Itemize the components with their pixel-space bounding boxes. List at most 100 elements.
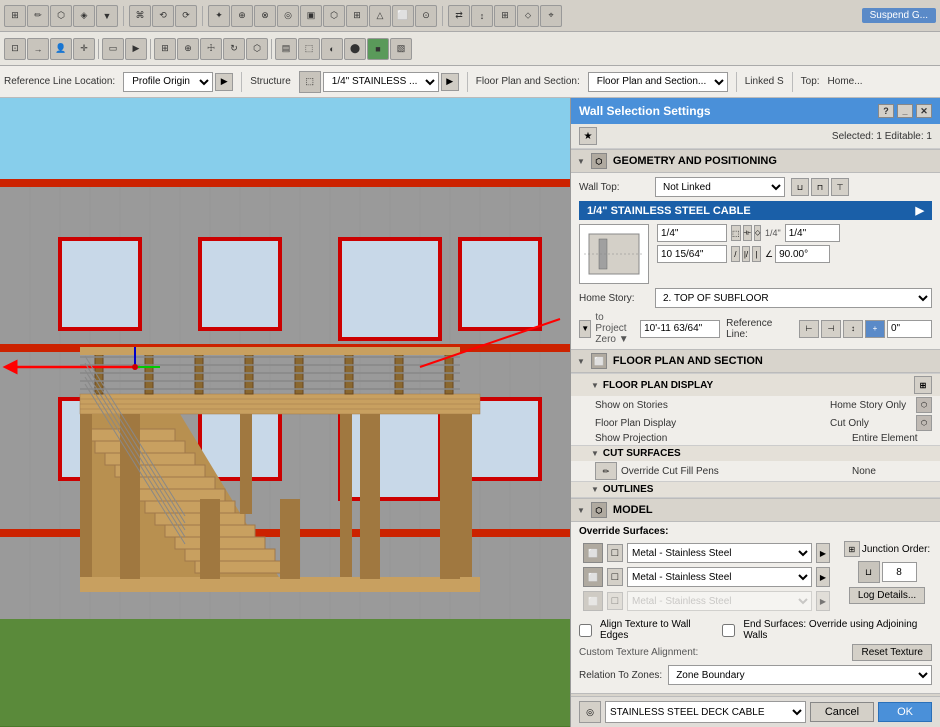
junction-link-icon[interactable]: ⊞ [844, 541, 860, 557]
ref-line-combo[interactable]: Profile Origin [123, 72, 213, 92]
tool-icon-11[interactable]: ⊗ [254, 5, 276, 27]
rotate3d-icon[interactable]: ↻ [223, 38, 245, 60]
tool-icon-10[interactable]: ⊕ [231, 5, 253, 27]
wall-top-select[interactable]: Not Linked [655, 177, 785, 197]
surface1-select[interactable]: Metal - Stainless Steel [627, 543, 812, 563]
wall-top-icon2[interactable]: ⊓ [811, 178, 829, 196]
star-button[interactable]: ★ [579, 127, 597, 145]
cancel-button[interactable]: Cancel [810, 702, 874, 722]
dim2-icon2[interactable]: |/ [742, 246, 751, 262]
help-btn[interactable]: ? [878, 104, 894, 118]
refline-icon3[interactable]: ↕ [843, 320, 863, 338]
junction-value-input[interactable] [882, 562, 917, 582]
dim4-input[interactable] [775, 245, 830, 263]
tool-icon-4[interactable]: ◈ [73, 5, 95, 27]
tool-icon-3[interactable]: ⬡ [50, 5, 72, 27]
tool-icon-22[interactable]: ⬦ [517, 5, 539, 27]
project-zero-input[interactable] [640, 320, 720, 338]
panel-body[interactable]: ▼ ⬡ GEOMETRY AND POSITIONING Wall Top: N… [571, 149, 940, 696]
suspend-btn[interactable]: Suspend G... [862, 8, 936, 23]
dim2-icon1[interactable]: / [731, 246, 740, 262]
wall-top-icon3[interactable]: ⊤ [831, 178, 849, 196]
floor-icon[interactable]: ▭ [102, 38, 124, 60]
floor-plan-section-header[interactable]: ▼ ⬜ FLOOR PLAN AND SECTION [571, 349, 940, 373]
floor-plan-display-header[interactable]: ▼ FLOOR PLAN DISPLAY ⊞ [571, 373, 940, 396]
cut-surfaces-header[interactable]: ▼ CUT SURFACES [571, 445, 940, 461]
surface1-checkbox[interactable]: □ [607, 544, 623, 562]
dim1-input[interactable] [657, 224, 727, 242]
tool-icon-9[interactable]: ✦ [208, 5, 230, 27]
dim1-icon3[interactable]: ⬦ [754, 225, 762, 241]
viewport[interactable]: ✕ [0, 98, 570, 727]
refline-input[interactable] [887, 320, 932, 338]
cable-selection-row[interactable]: 1/4" STAINLESS STEEL CABLE ▶ [579, 201, 932, 220]
tool-icon-14[interactable]: ⬡ [323, 5, 345, 27]
footer-icon1[interactable]: ◎ [579, 701, 601, 723]
tool-icon-12[interactable]: ◎ [277, 5, 299, 27]
align-texture-checkbox[interactable] [579, 624, 592, 637]
window-icon[interactable]: ⊡ [4, 38, 26, 60]
surface2-checkbox[interactable]: □ [607, 568, 623, 586]
dim1-icon2[interactable]: ⟛ [743, 225, 752, 241]
refline-icon4[interactable]: + [865, 320, 885, 338]
override-cut-fill-icon[interactable]: ✏ [595, 462, 617, 480]
tool-icon-2[interactable]: ✏ [27, 5, 49, 27]
model-section-header[interactable]: ▼ ⬡ MODEL [571, 498, 940, 522]
footer-select[interactable]: STAINLESS STEEL DECK CABLE [605, 701, 806, 723]
ok-button[interactable]: OK [878, 702, 932, 722]
end-surfaces-checkbox[interactable] [722, 624, 735, 637]
junction-main-icon[interactable]: ⊔ [858, 561, 880, 583]
log-details-button[interactable]: Log Details... [849, 587, 925, 604]
select-icon[interactable]: ▶ [125, 38, 147, 60]
floor-plan-select[interactable]: Floor Plan and Section... [588, 72, 728, 92]
minimize-btn[interactable]: _ [897, 104, 913, 118]
tool-icon-8[interactable]: ⟳ [175, 5, 197, 27]
dim2-icon3[interactable]: | [752, 246, 761, 262]
homestory-select[interactable]: 2. TOP OF SUBFLOOR [655, 288, 932, 308]
outlines-header[interactable]: ▼ OUTLINES [571, 481, 940, 498]
tool-icon-1[interactable]: ⊞ [4, 5, 26, 27]
ref-line-arrow[interactable]: ▶ [215, 73, 233, 91]
render-icon[interactable]: ◐ [321, 38, 343, 60]
show-on-stories-icon[interactable]: ⬡ [916, 397, 932, 413]
arrow-icon[interactable]: → [27, 38, 49, 60]
move-icon[interactable]: ✛ [73, 38, 95, 60]
relation-zones-select[interactable]: Zone Boundary [668, 665, 932, 685]
fp-display-icon[interactable]: ⬡ [916, 415, 932, 431]
orbit-icon[interactable]: ⬡ [246, 38, 268, 60]
tool-icon-6[interactable]: ⌘ [129, 5, 151, 27]
close-btn[interactable]: ✕ [916, 104, 932, 118]
tool-icon-21[interactable]: ⊞ [494, 5, 516, 27]
structure-arrow[interactable]: ▶ [441, 73, 459, 91]
tool-icon-17[interactable]: ⬜ [392, 5, 414, 27]
surface2-arrow[interactable]: ▶ [816, 567, 830, 587]
tool-icon-23[interactable]: ⌖ [540, 5, 562, 27]
tool-icon-7[interactable]: ⟲ [152, 5, 174, 27]
structure-select[interactable]: 1/4" STAINLESS ... [323, 72, 439, 92]
dim2-input[interactable] [657, 245, 727, 263]
wall-top-icon1[interactable]: ⊔ [791, 178, 809, 196]
layers-icon[interactable]: ⬚ [298, 38, 320, 60]
tool-icon-19[interactable]: ⇄ [448, 5, 470, 27]
view-icon[interactable]: ▤ [275, 38, 297, 60]
highlight-icon[interactable]: ■ [367, 38, 389, 60]
geometry-section-header[interactable]: ▼ ⬡ GEOMETRY AND POSITIONING [571, 149, 940, 173]
person-icon[interactable]: 👤 [50, 38, 72, 60]
color-icon[interactable]: ▧ [390, 38, 412, 60]
tool-icon-5[interactable]: ▼ [96, 5, 118, 27]
tool-icon-16[interactable]: △ [369, 5, 391, 27]
pan-icon[interactable]: ☩ [200, 38, 222, 60]
tool-icon-13[interactable]: ▣ [300, 5, 322, 27]
reset-texture-button[interactable]: Reset Texture [852, 644, 932, 661]
surface1-arrow[interactable]: ▶ [816, 543, 830, 563]
display-icon[interactable]: ⬤ [344, 38, 366, 60]
dim3-input[interactable] [785, 224, 840, 242]
structure-icon[interactable]: ⬚ [299, 71, 321, 93]
dim1-icon1[interactable]: ⬚ [731, 225, 741, 241]
tool-icon-18[interactable]: ⊙ [415, 5, 437, 27]
surface2-select[interactable]: Metal - Stainless Steel [627, 567, 812, 587]
grid-icon[interactable]: ⊞ [154, 38, 176, 60]
fp-display-lock-icon[interactable]: ⊞ [914, 376, 932, 394]
tool-icon-15[interactable]: ⊞ [346, 5, 368, 27]
zoom-icon[interactable]: ⊕ [177, 38, 199, 60]
